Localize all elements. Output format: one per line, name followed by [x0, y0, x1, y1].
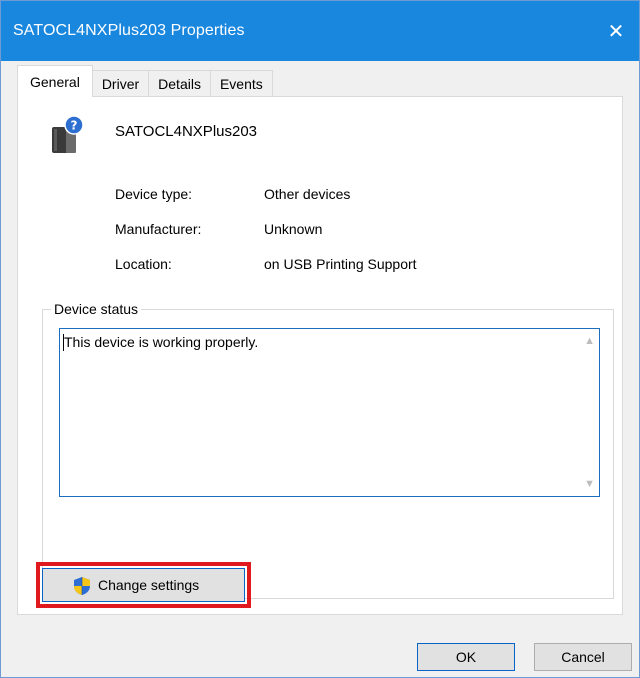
general-tab-panel: ? SATOCL4NXPlus203 Device type: Other de…	[17, 96, 623, 615]
close-icon: ✕	[607, 20, 625, 43]
device-status-label: Device status	[51, 301, 142, 317]
tab-driver[interactable]: Driver	[91, 70, 150, 97]
properties-dialog: SATOCL4NXPlus203 Properties ✕ General Dr…	[0, 0, 640, 678]
cancel-button[interactable]: Cancel	[534, 643, 632, 671]
svg-text:?: ?	[71, 119, 78, 133]
uac-shield-icon	[74, 577, 90, 595]
unknown-device-icon: ?	[52, 115, 84, 153]
ok-button[interactable]: OK	[417, 643, 515, 671]
location-value: on USB Printing Support	[264, 256, 417, 272]
tab-events[interactable]: Events	[209, 70, 273, 97]
device-status-text: This device is working properly.	[64, 334, 259, 350]
scroll-down-icon[interactable]: ▼	[584, 478, 595, 490]
device-name: SATOCL4NXPlus203	[115, 123, 258, 140]
manufacturer-value: Unknown	[264, 221, 323, 237]
scroll-up-icon[interactable]: ▲	[584, 335, 595, 347]
change-settings-button[interactable]: Change settings	[42, 568, 245, 602]
device-status-textbox[interactable]: This device is working properly. ▲ ▼	[59, 328, 600, 497]
change-settings-label: Change settings	[98, 577, 200, 593]
window-title: SATOCL4NXPlus203 Properties	[13, 22, 245, 39]
tab-strip: General Driver Details Events	[17, 65, 273, 97]
tab-details[interactable]: Details	[148, 70, 211, 97]
title-bar[interactable]: SATOCL4NXPlus203 Properties ✕	[1, 1, 639, 61]
location-label: Location:	[115, 256, 172, 272]
manufacturer-label: Manufacturer:	[115, 221, 202, 237]
close-button[interactable]: ✕	[593, 1, 639, 61]
device-type-value: Other devices	[264, 186, 351, 202]
tab-general[interactable]: General	[17, 65, 93, 97]
device-type-label: Device type:	[115, 186, 193, 202]
